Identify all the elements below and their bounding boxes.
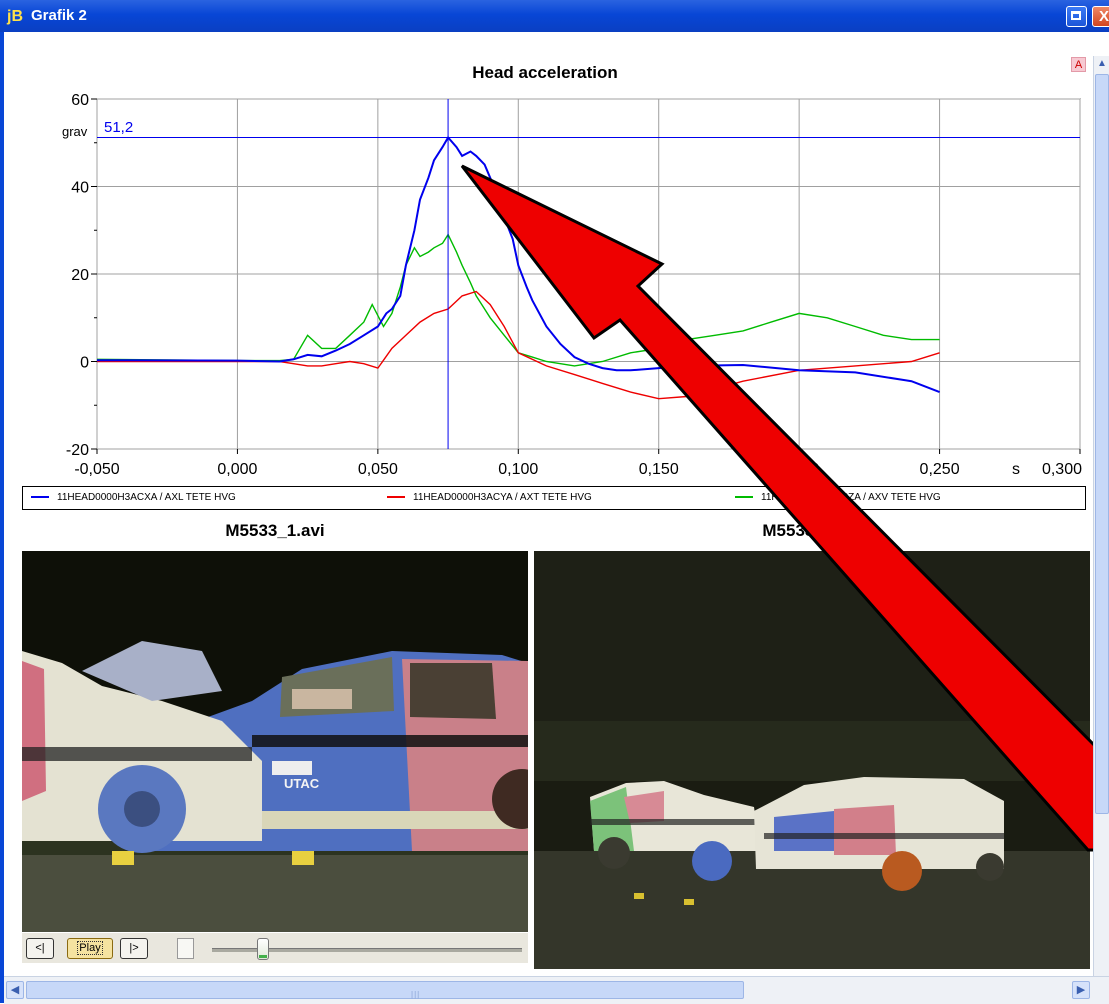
y-tick-label: 60 (71, 92, 89, 109)
legend-label: 11HEAD0000H3ACYA / AXT TETE HVG (413, 492, 592, 503)
video-title-left: M5533_1.avi (225, 521, 325, 540)
legend-item-axv[interactable]: 11HEAD0000H3ACZA / AXV TETE HVG (735, 492, 941, 503)
y-tick-label: 20 (71, 267, 89, 284)
legend-label: 11HEAD0000H3ACXA / AXL TETE HVG (57, 492, 236, 503)
horizontal-scroll-thumb[interactable]: ||| (26, 981, 744, 999)
scroll-grip-icon: ||| (411, 990, 421, 999)
x-tick-label: -0,050 (74, 461, 119, 478)
scroll-up-icon[interactable]: ▲ (1097, 58, 1107, 69)
x-tick-label: 0,100 (498, 461, 538, 478)
y-axis-unit: grav (62, 124, 88, 139)
legend-item-axt[interactable]: 11HEAD0000H3ACYA / AXT TETE HVG (387, 492, 592, 503)
next-frame-button[interactable]: |> (120, 938, 148, 959)
x-tick-label: 0,300 (1042, 461, 1082, 478)
y-tick-label: 40 (71, 180, 89, 197)
x-tick-label: 0,000 (217, 461, 257, 478)
horizontal-scrollbar[interactable]: ◀ ||| ▶ (4, 976, 1109, 1004)
x-tick-label: 0,150 (639, 461, 679, 478)
x-tick-label: 0,050 (358, 461, 398, 478)
x-tick-label: 0,250 (920, 461, 960, 478)
vertical-scroll-thumb[interactable] (1095, 74, 1109, 814)
legend-swatch (387, 496, 405, 499)
video-frame-right[interactable] (534, 551, 1090, 969)
cursor-readout: 51,2 (104, 119, 133, 136)
crash-scene-left (22, 551, 528, 932)
car-marking-left: UTAC (284, 776, 320, 791)
prev-frame-button[interactable]: <| (26, 938, 54, 959)
x-tick-label: 0,200 (779, 461, 819, 478)
legend-item-axl[interactable]: 11HEAD0000H3ACXA / AXL TETE HVG (31, 492, 236, 503)
vertical-scrollbar[interactable]: ▲ (1093, 56, 1109, 976)
legend-label: 11HEAD0000H3ACZA / AXV TETE HVG (761, 492, 941, 503)
crash-scene-right (534, 551, 1090, 969)
video-player-controls: <| Play |> (22, 933, 528, 963)
chart-legend: 11HEAD0000H3ACXA / AXL TETE HVG 11HEAD00… (22, 486, 1086, 510)
head-acceleration-chart[interactable]: 60 40 20 0 -20 -0,050 0,000 0,050 0,100 0,150 0,2… (0, 0, 1109, 486)
x-axis-unit: s (1012, 461, 1020, 478)
video-title-right: M5533_2.avi (762, 521, 862, 540)
legend-swatch (31, 496, 49, 499)
play-button[interactable]: Play (67, 938, 113, 959)
y-tick-label: -20 (66, 442, 89, 459)
play-button-label: Play (77, 941, 103, 955)
y-tick-label: 0 (80, 355, 89, 372)
scroll-right-icon[interactable]: ▶ (1072, 981, 1090, 999)
video-position-slider[interactable] (256, 938, 269, 960)
video-frame-left[interactable]: UTAC (22, 551, 528, 932)
scroll-left-icon[interactable]: ◀ (6, 981, 24, 999)
legend-swatch (735, 496, 753, 499)
frame-field[interactable] (177, 938, 194, 959)
